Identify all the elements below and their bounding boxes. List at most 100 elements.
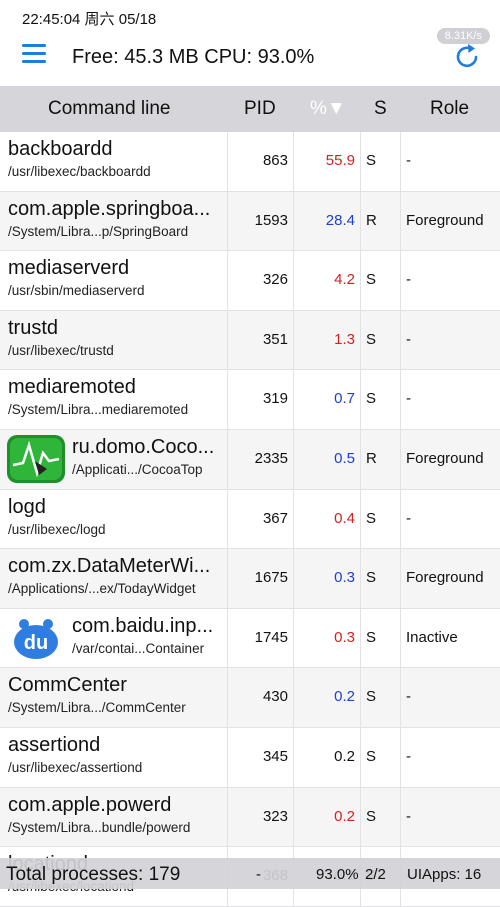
process-role: -	[406, 688, 411, 706]
process-role: -	[406, 509, 411, 527]
total-processes: Total processes: 179	[6, 864, 181, 885]
column-state[interactable]: S	[374, 98, 387, 120]
process-command-cell: logd /usr/libexec/logd	[8, 496, 223, 537]
process-path: /System/Libra...bundle/powerd	[8, 819, 191, 835]
process-role: Foreground	[406, 449, 484, 467]
process-state: S	[366, 628, 377, 646]
footer-cpu-total: 93.0%	[316, 866, 359, 883]
process-cpu-percent: 1.3	[334, 330, 355, 348]
process-command-cell: mediaserverd /usr/sbin/mediaserverd	[8, 257, 223, 298]
process-state: R	[366, 211, 377, 229]
process-path: /usr/libexec/logd	[8, 521, 106, 537]
cocoatop-app-icon	[7, 434, 65, 483]
process-row[interactable]: du com.baidu.inp... /var/contai...Contai…	[0, 608, 500, 669]
process-state: R	[366, 449, 377, 467]
process-row[interactable]: logd /usr/libexec/logd 367 0.4 S -	[0, 489, 500, 550]
process-path: /var/contai...Container	[72, 640, 205, 656]
process-path: /Applicati.../CocoaTop	[72, 461, 203, 477]
process-role: -	[406, 271, 411, 289]
process-name: assertiond	[8, 733, 101, 756]
process-name: CommCenter	[8, 674, 127, 697]
process-path: /Applications/...ex/TodayWidget	[8, 581, 196, 597]
column-command-line[interactable]: Command line	[48, 98, 171, 120]
process-state: S	[366, 152, 377, 169]
table-header: Command line PID %▼ S Role	[0, 86, 500, 132]
footer-bar: Total processes: 179 - 93.0% 2/2 UIApps:…	[0, 858, 500, 889]
process-command-cell: com.apple.springboa... /System/Libra...p…	[8, 198, 223, 239]
refresh-icon[interactable]	[454, 42, 482, 70]
network-speed-badge: 8.31K/s	[436, 28, 490, 44]
footer-uiapps-count: UIApps: 16	[407, 866, 482, 883]
process-command-cell: com.baidu.inp... /var/contai...Container	[72, 615, 222, 656]
process-cpu-percent: 0.3	[334, 569, 355, 587]
process-path: /usr/libexec/assertiond	[8, 759, 143, 775]
process-pid: 1745	[254, 628, 288, 646]
process-cpu-percent: 0.3	[334, 628, 355, 646]
process-name: com.apple.springboa...	[8, 197, 211, 220]
process-command-cell: trustd /usr/libexec/trustd	[8, 317, 223, 358]
process-path: /System/Libra.../CommCenter	[8, 700, 186, 716]
process-cpu-percent: 0.2	[334, 747, 355, 765]
process-path: /usr/sbin/mediaserverd	[8, 283, 145, 299]
process-pid: 1675	[254, 569, 288, 587]
process-state: S	[366, 688, 377, 706]
footer-dash: -	[256, 866, 261, 883]
process-row[interactable]: backboardd /usr/libexec/backboardd 863 5…	[0, 132, 500, 192]
process-name: com.zx.DataMeterWi...	[8, 555, 211, 578]
process-row[interactable]: assertiond /usr/libexec/assertiond 345 0…	[0, 727, 500, 788]
process-state: S	[366, 569, 377, 587]
process-pid: 345	[262, 747, 288, 765]
process-role: -	[406, 807, 411, 825]
process-row[interactable]: trustd /usr/libexec/trustd 351 1.3 S -	[0, 310, 500, 371]
process-role: Foreground	[406, 211, 484, 229]
process-state: S	[366, 807, 377, 825]
process-role: Inactive	[406, 628, 458, 646]
process-path: /System/Libra...p/SpringBoard	[8, 223, 189, 239]
status-bar: 22:45:04 周六 05/18	[0, 0, 500, 32]
column-cpu-percent[interactable]: %▼	[310, 98, 346, 120]
column-role[interactable]: Role	[430, 98, 469, 120]
process-path: /usr/libexec/backboardd	[8, 164, 151, 179]
process-name: mediaserverd	[8, 257, 130, 280]
process-row[interactable]: mediaremoted /System/Libra...mediaremote…	[0, 370, 500, 430]
process-name: mediaremoted	[8, 376, 136, 399]
process-row[interactable]: mediaserverd /usr/sbin/mediaserverd 326 …	[0, 251, 500, 311]
svg-text:du: du	[24, 632, 48, 654]
process-command-cell: backboardd /usr/libexec/backboardd	[8, 138, 223, 179]
process-pid: 863	[262, 152, 288, 169]
process-pid: 2335	[254, 449, 288, 467]
column-pid[interactable]: PID	[244, 98, 276, 120]
process-name: logd	[8, 495, 46, 518]
process-name: com.apple.powerd	[8, 793, 172, 816]
process-pid: 323	[262, 807, 288, 825]
process-row[interactable]: com.apple.powerd /System/Libra...bundle/…	[0, 787, 500, 848]
process-cpu-percent: 55.9	[325, 152, 355, 169]
process-row[interactable]: ru.domo.Coco... /Applicati.../CocoaTop 2…	[0, 429, 500, 490]
process-pid: 351	[262, 330, 288, 348]
process-cpu-percent: 0.7	[334, 390, 355, 408]
hamburger-menu-icon[interactable]	[22, 44, 46, 64]
process-role: -	[406, 330, 411, 348]
process-pid: 367	[262, 509, 288, 527]
footer-page-indicator: 2/2	[365, 866, 386, 883]
process-name: com.baidu.inp...	[72, 614, 214, 637]
process-row[interactable]: com.apple.springboa... /System/Libra...p…	[0, 191, 500, 252]
process-row[interactable]: com.zx.DataMeterWi... /Applications/...e…	[0, 549, 500, 609]
process-name: trustd	[8, 316, 59, 339]
process-state: S	[366, 390, 377, 408]
process-cpu-percent: 0.2	[334, 807, 355, 825]
process-command-cell: com.apple.powerd /System/Libra...bundle/…	[8, 794, 223, 835]
process-state: S	[366, 509, 377, 527]
process-command-cell: CommCenter /System/Libra.../CommCenter	[8, 674, 223, 715]
process-command-cell: assertiond /usr/libexec/assertiond	[8, 734, 223, 775]
process-cpu-percent: 4.2	[334, 271, 355, 289]
process-command-cell: com.zx.DataMeterWi... /Applications/...e…	[8, 555, 223, 596]
process-name: backboardd	[8, 138, 113, 160]
process-role: -	[406, 152, 411, 169]
process-command-cell: ru.domo.Coco... /Applicati.../CocoaTop	[72, 436, 222, 477]
memory-cpu-summary: Free: 45.3 MB CPU: 93.0%	[72, 46, 315, 68]
process-row[interactable]: CommCenter /System/Libra.../CommCenter 4…	[0, 668, 500, 728]
process-state: S	[366, 271, 377, 289]
toolbar: Free: 45.3 MB CPU: 93.0%	[0, 32, 500, 86]
process-cpu-percent: 0.4	[334, 509, 355, 527]
